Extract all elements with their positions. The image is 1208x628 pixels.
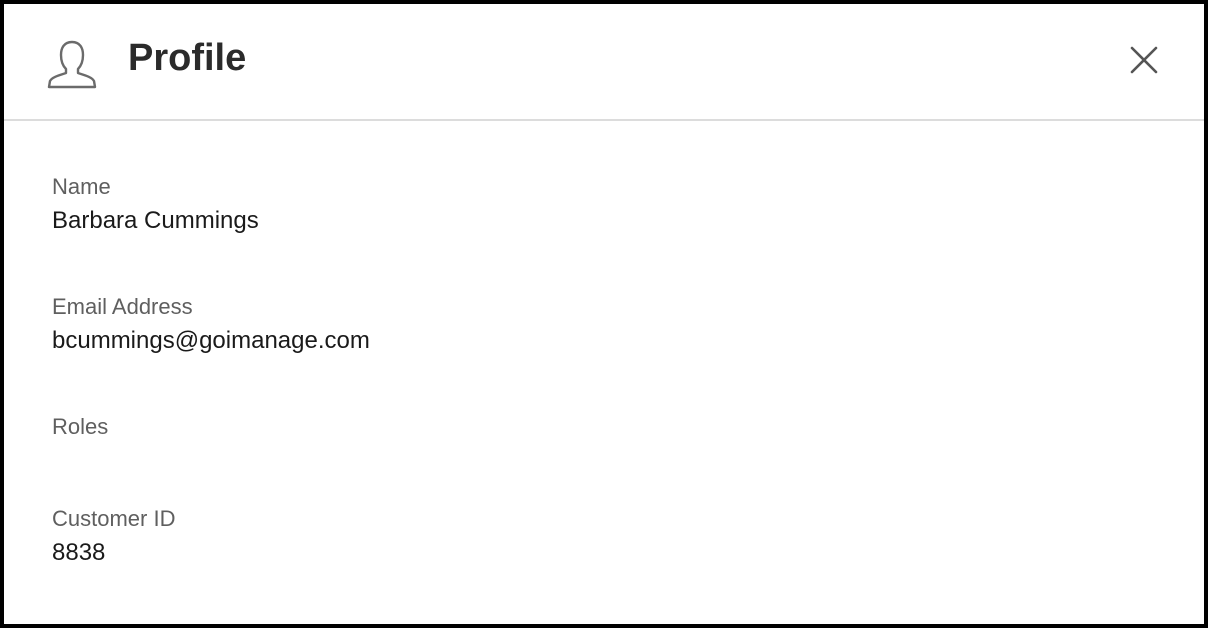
name-label: Name [52,174,111,199]
name-value: Barbara Cummings [52,207,259,234]
email-field: Email Address bcummings@goimanage.com [52,294,370,356]
customer-id-label: Customer ID [52,506,176,531]
close-icon [1130,46,1158,74]
close-button[interactable] [1124,40,1164,80]
user-profile-icon [46,38,98,90]
email-label: Email Address [52,294,193,319]
customer-id-value: 8838 [52,539,106,566]
name-field: Name Barbara Cummings [52,174,259,236]
roles-label: Roles [52,414,109,439]
email-value: bcummings@goimanage.com [52,327,370,354]
customer-id-field: Customer ID 8838 [52,506,175,568]
dialog-title: Profile [128,37,247,79]
dialog-header: Profile [4,4,1204,121]
profile-dialog: Profile Name Barbara Cummings Email Addr… [4,4,1204,624]
roles-field: Roles [52,414,108,446]
